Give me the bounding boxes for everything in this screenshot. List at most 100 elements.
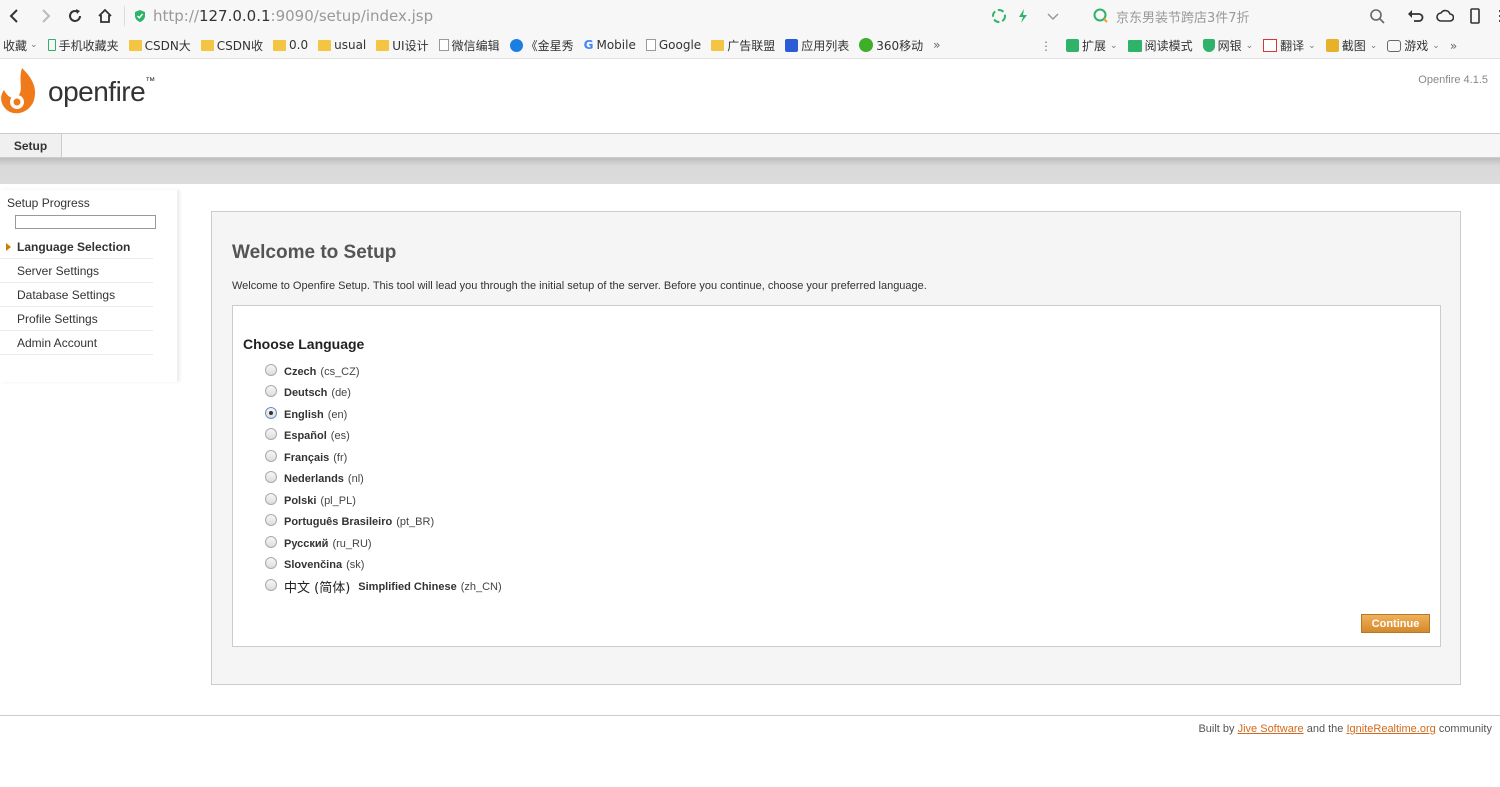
address-bar[interactable]: http://127.0.0.1:9090/setup/index.jsp	[129, 2, 959, 30]
bookmark-favorites[interactable]: 收藏 ⌄	[3, 37, 38, 54]
reload-button[interactable]	[60, 1, 90, 31]
setup-content: Welcome to Setup Welcome to Openfire Set…	[211, 211, 1461, 685]
radio-button[interactable]	[265, 385, 277, 398]
step-admin-account[interactable]: Admin Account	[0, 331, 153, 355]
search-icon[interactable]	[1368, 7, 1386, 25]
forward-button[interactable]	[30, 1, 60, 31]
folder-icon	[376, 39, 390, 51]
language-option-en[interactable]: English (en)	[265, 404, 502, 426]
chevron-down-icon[interactable]	[1044, 7, 1062, 25]
language-option-pt-br[interactable]: Português Brasileiro (pt_BR)	[265, 512, 502, 534]
footer-text: Built by Jive Software and the IgniteRea…	[1198, 723, 1492, 735]
language-option-es[interactable]: Español (es)	[265, 426, 502, 448]
folder-icon	[128, 39, 142, 51]
language-option-ru[interactable]: Русский (ru_RU)	[265, 533, 502, 555]
chevron-left-icon	[9, 9, 18, 23]
language-option-zh-cn[interactable]: 中文 (简体) Simplified Chinese (zh_CN)	[265, 576, 502, 598]
setup-progress-label: Setup Progress	[7, 196, 90, 210]
shield-yen-icon	[1202, 39, 1215, 52]
scissors-icon	[1325, 39, 1339, 52]
extension-screenshot[interactable]: 截图 ⌄	[1325, 37, 1377, 54]
extension-games[interactable]: 游戏 ⌄	[1387, 37, 1440, 54]
extensions-more-button[interactable]: »	[1450, 39, 1457, 53]
bookmark-jinxing[interactable]: 《金星秀	[509, 37, 574, 54]
shield-icon	[135, 10, 145, 22]
bookmarks-bar: 收藏 ⌄ 手机收藏夹 CSDN大 CSDN收 0.0 usual UI设计 微信编…	[0, 32, 1500, 59]
extension-translate[interactable]: 翻译 ⌄	[1263, 37, 1316, 54]
document-icon	[438, 39, 449, 51]
version-label: Openfire 4.1.5	[1418, 74, 1488, 86]
radio-button[interactable]	[265, 363, 277, 376]
setup-progress-bar	[15, 215, 156, 229]
lightning-icon[interactable]	[1014, 7, 1032, 25]
bookmark-360-mobile[interactable]: 360移动	[859, 37, 923, 54]
language-option-pl[interactable]: Polski (pl_PL)	[265, 490, 502, 512]
ignite-realtime-link[interactable]: IgniteRealtime.org	[1346, 723, 1435, 735]
radio-button-checked[interactable]	[265, 406, 277, 419]
radio-button[interactable]	[265, 449, 277, 462]
radio-button[interactable]	[265, 514, 277, 527]
jive-software-link[interactable]: Jive Software	[1238, 723, 1304, 735]
step-database-settings[interactable]: Database Settings	[0, 283, 153, 307]
chevron-right-icon	[42, 9, 51, 23]
openfire-brand: openfire™	[48, 76, 155, 107]
bookmark-wechat-edit[interactable]: 微信编辑	[438, 37, 500, 54]
bookmark-usual[interactable]: usual	[318, 38, 366, 52]
tab-setup[interactable]: Setup	[0, 134, 62, 157]
setup-sidebar: Setup Progress Language Selection Server…	[0, 190, 178, 382]
language-option-sk[interactable]: Slovenčina (sk)	[265, 555, 502, 577]
recycle-icon[interactable]	[990, 7, 1008, 25]
home-button[interactable]	[90, 1, 120, 31]
bookmark-google[interactable]: Google	[645, 38, 701, 52]
bookmark-csdn2[interactable]: CSDN收	[200, 37, 263, 54]
folder-icon	[200, 39, 214, 51]
bookmarks-more-button[interactable]: »	[933, 38, 940, 52]
folder-icon	[273, 39, 287, 51]
search-box[interactable]: 京东男装节跨店3件7折	[1092, 3, 1392, 29]
extension-reading-mode[interactable]: 阅读模式	[1127, 37, 1193, 54]
baidu-paw-icon	[785, 38, 799, 52]
more-vertical-icon[interactable]: ⋮	[1040, 39, 1052, 53]
language-option-nl[interactable]: Nederlands (nl)	[265, 469, 502, 491]
radio-button[interactable]	[265, 492, 277, 505]
bookmark-ui-design[interactable]: UI设计	[376, 37, 429, 54]
continue-button[interactable]: Continue	[1361, 614, 1430, 633]
setup-steps: Language Selection Server Settings Datab…	[0, 235, 160, 355]
phone-icon[interactable]	[1466, 7, 1484, 25]
extension-netbank[interactable]: 网银 ⌄	[1202, 37, 1253, 54]
language-option-cs[interactable]: Czech (cs_CZ)	[265, 361, 502, 383]
undo-icon[interactable]	[1406, 7, 1424, 25]
bookmark-app-list[interactable]: 应用列表	[785, 37, 849, 54]
language-list: Czech (cs_CZ) Deutsch (de) English (en) Esp…	[265, 361, 502, 598]
choose-language-heading: Choose Language	[243, 336, 365, 352]
360-icon	[859, 38, 874, 52]
bookmark-0-0[interactable]: 0.0	[273, 38, 308, 52]
phone-icon	[47, 39, 56, 51]
bookmark-csdn1[interactable]: CSDN大	[128, 37, 191, 54]
step-profile-settings[interactable]: Profile Settings	[0, 307, 153, 331]
language-option-fr[interactable]: Français (fr)	[265, 447, 502, 469]
menu-icon[interactable]	[1496, 7, 1500, 25]
main-tab-bar: Setup	[0, 133, 1500, 158]
radio-button[interactable]	[265, 428, 277, 441]
radio-button[interactable]	[265, 535, 277, 548]
radio-button[interactable]	[265, 471, 277, 484]
folder-icon	[318, 39, 332, 51]
back-button[interactable]	[0, 1, 30, 31]
step-language-selection[interactable]: Language Selection	[0, 235, 153, 259]
bookmark-google-mobile[interactable]: G Mobile	[584, 38, 636, 52]
bookmark-mobile-favorites[interactable]: 手机收藏夹	[47, 37, 119, 54]
reload-icon	[69, 9, 81, 22]
radio-button[interactable]	[265, 557, 277, 570]
openfire-logo[interactable]: openfire™	[0, 66, 155, 118]
cloud-icon[interactable]	[1436, 7, 1454, 25]
language-option-de[interactable]: Deutsch (de)	[265, 383, 502, 405]
url-text: http://127.0.0.1:9090/setup/index.jsp	[153, 7, 434, 25]
search-engine-icon	[1093, 8, 1108, 23]
step-server-settings[interactable]: Server Settings	[0, 259, 153, 283]
bookmark-ad-alliance[interactable]: 广告联盟	[711, 37, 775, 54]
intro-text: Welcome to Openfire Setup. This tool wil…	[232, 280, 927, 292]
language-box: Choose Language Czech (cs_CZ) Deutsch (de)…	[232, 305, 1441, 647]
radio-button[interactable]	[265, 578, 277, 591]
extension-expand[interactable]: 扩展 ⌄	[1066, 37, 1118, 54]
